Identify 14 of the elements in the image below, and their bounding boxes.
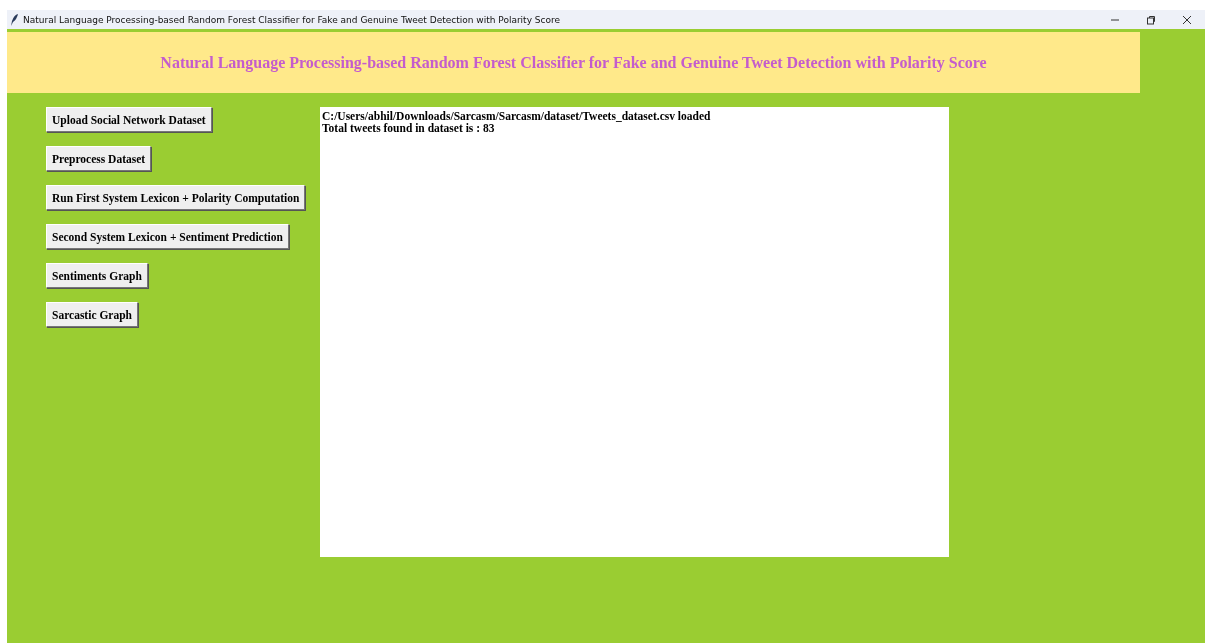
output-line: C:/Users/abhil/Downloads/Sarcasm/Sarcasm/dataset/Tweets_dataset.csv loaded <box>322 110 712 122</box>
output-line: Total tweets found in dataset is : 83 <box>322 122 496 134</box>
action-button[interactable]: Sarcastic Graph <box>46 302 138 327</box>
window-title: Natural Language Processing-based Random Forest Classifier for Fake and Genuine Tweet Detection with Polarity Score <box>23 14 562 25</box>
action-button[interactable]: Run First System Lexicon + Polarity Computation <box>46 185 306 210</box>
feather-icon <box>9 13 19 26</box>
action-button[interactable]: Upload Social Network Dataset <box>46 107 212 132</box>
app-title: Natural Language Processing-based Random Forest Classifier for Fake and Genuine Tweet Detection with Polarity Score <box>160 53 987 72</box>
close-icon[interactable] <box>1182 14 1192 25</box>
output-text-area[interactable]: C:/Users/abhil/Downloads/Sarcasm/Sarcasm/dataset/Tweets_dataset.csv loaded Total tweets found in dataset is : 83 <box>320 107 949 557</box>
restore-icon[interactable] <box>1146 14 1156 25</box>
action-button[interactable]: Preprocess Dataset <box>46 146 152 171</box>
action-button[interactable]: Sentiments Graph <box>46 263 148 288</box>
action-button[interactable]: Second System Lexicon + Sentiment Prediction <box>46 224 289 249</box>
